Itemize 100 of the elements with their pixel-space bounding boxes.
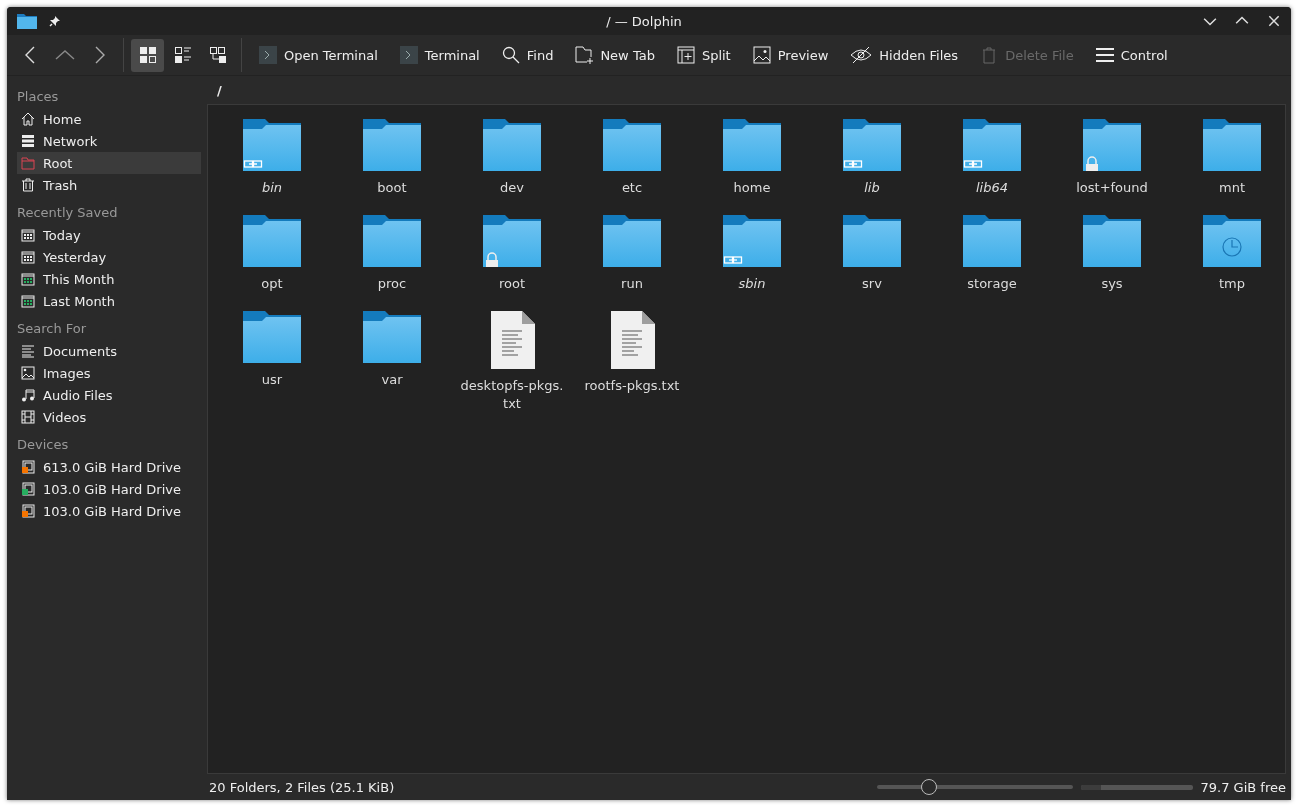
folder-icon: [1083, 215, 1141, 267]
folder-icon: [363, 119, 421, 171]
file-item[interactable]: mnt: [1172, 119, 1291, 215]
zoom-slider[interactable]: [876, 779, 1073, 795]
file-item[interactable]: dev: [452, 119, 572, 215]
sidebar-item[interactable]: Network: [17, 130, 201, 152]
item-label: 103.0 GiB Hard Drive: [43, 481, 181, 497]
hidden-button[interactable]: Hidden Files: [840, 38, 969, 72]
split-icon: [676, 46, 695, 64]
list-icon: [173, 46, 192, 64]
file-name: srv: [862, 275, 882, 293]
menu-button[interactable]: Control: [1085, 38, 1178, 72]
item-label: Documents: [43, 343, 118, 359]
file-item[interactable]: proc: [332, 215, 452, 311]
file-item[interactable]: srv: [812, 215, 932, 311]
find-button[interactable]: Find: [491, 38, 564, 72]
folder-icon: [843, 119, 901, 171]
hidden-eye-icon: [850, 46, 873, 64]
item-label: Videos: [43, 409, 87, 425]
folder-icon: [363, 311, 421, 363]
drive-icon: [21, 504, 35, 518]
file-item[interactable]: root: [452, 215, 572, 311]
tree-icon: [208, 46, 227, 64]
file-item[interactable]: var: [332, 311, 452, 407]
sidebar-item[interactable]: Images: [17, 362, 201, 384]
item-label: Network: [43, 133, 98, 149]
sidebar-item[interactable]: This Month: [17, 268, 201, 290]
folder-icon: [723, 119, 781, 171]
item-label: Today: [43, 227, 81, 243]
file-name: boot: [377, 179, 407, 197]
sidebar-item[interactable]: Yesterday: [17, 246, 201, 268]
folder-icon: [603, 119, 661, 171]
server-icon: [21, 134, 35, 148]
file-item[interactable]: opt: [212, 215, 332, 311]
file-item[interactable]: bin: [212, 119, 332, 215]
section-heading: Search For: [17, 320, 88, 338]
sidebar-item[interactable]: 613.0 GiB Hard Drive: [17, 456, 201, 478]
item-label: Root: [43, 155, 73, 171]
sidebar-item[interactable]: Videos: [17, 406, 201, 428]
slider-handle[interactable]: [921, 779, 938, 795]
window-title: / — Dolphin: [605, 13, 683, 29]
file-item[interactable]: rootfs-pkgs.txt: [572, 311, 692, 407]
sidebar-item[interactable]: Last Month: [17, 290, 201, 312]
trash-icon: [21, 178, 35, 192]
folder-icon: [483, 215, 541, 267]
back-icon: [23, 46, 36, 64]
file-name: proc: [377, 275, 407, 293]
new-tab-icon: [575, 46, 594, 64]
icons-view-button[interactable]: [131, 38, 164, 72]
terminal-button[interactable]: Terminal: [389, 38, 490, 72]
sidebar-item[interactable]: Root: [17, 152, 201, 174]
file-item[interactable]: sbin: [692, 215, 812, 311]
file-item[interactable]: lib64: [932, 119, 1052, 215]
folder-icon: [1203, 119, 1261, 171]
folder-icon: [963, 215, 1021, 267]
section-heading: Recently Saved: [17, 204, 119, 222]
item-label: 613.0 GiB Hard Drive: [43, 459, 181, 475]
split-button[interactable]: Split: [666, 38, 741, 72]
sidebar-item[interactable]: 103.0 GiB Hard Drive: [17, 500, 201, 522]
file-item[interactable]: etc: [572, 119, 692, 215]
file-item[interactable]: boot: [332, 119, 452, 215]
file-item[interactable]: run: [572, 215, 692, 311]
item-label: Yesterday: [43, 249, 107, 265]
home-icon: [21, 112, 35, 126]
image-icon: [21, 366, 35, 380]
file-name: sys: [1101, 275, 1123, 293]
file-name: mnt: [1219, 179, 1245, 197]
sidebar-item[interactable]: Audio Files: [17, 384, 201, 406]
drive-icon: [21, 460, 35, 474]
file-item[interactable]: usr: [212, 311, 332, 407]
file-item[interactable]: lost+found: [1052, 119, 1172, 215]
section-heading: Devices: [17, 436, 70, 454]
sidebar-item[interactable]: 103.0 GiB Hard Drive: [17, 478, 201, 500]
sidebar-item[interactable]: Home: [17, 108, 201, 130]
close-icon[interactable]: [1267, 14, 1281, 28]
newtab-button[interactable]: New Tab: [565, 38, 665, 72]
file-item[interactable]: storage: [932, 215, 1052, 311]
sidebar-item[interactable]: Documents: [17, 340, 201, 362]
file-name: dev: [500, 179, 524, 197]
sidebar-item[interactable]: Trash: [17, 174, 201, 196]
file-item[interactable]: home: [692, 119, 812, 215]
file-name: etc: [621, 179, 643, 197]
folder-icon: [843, 215, 901, 267]
item-label: Images: [43, 365, 91, 381]
folder-icon: [243, 119, 301, 171]
item-label: Last Month: [43, 293, 115, 309]
sidebar-item[interactable]: Today: [17, 224, 201, 246]
item-label: 103.0 GiB Hard Drive: [43, 503, 181, 519]
pin-icon[interactable]: [49, 15, 61, 27]
file-item[interactable]: lib: [812, 119, 932, 215]
file-name: lib: [864, 179, 880, 197]
calendar-icon: [21, 228, 35, 242]
file-item[interactable]: sys: [1052, 215, 1172, 311]
forward-icon: [93, 46, 106, 64]
folder-icon: [363, 215, 421, 267]
terminal-button[interactable]: Open Terminal: [249, 38, 388, 72]
file-item[interactable]: tmp: [1172, 215, 1291, 311]
preview-button[interactable]: Preview: [742, 38, 839, 72]
terminal-icon: [259, 46, 277, 64]
location-path[interactable]: /: [201, 78, 222, 104]
